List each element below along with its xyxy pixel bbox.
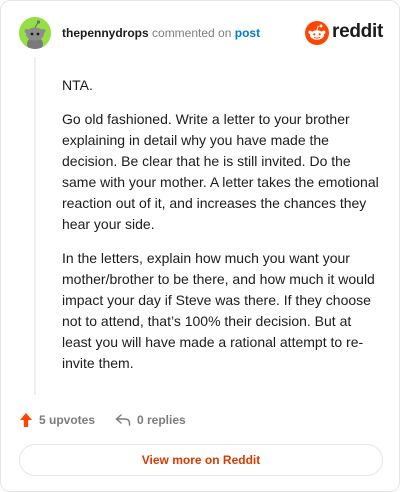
view-more-label: View more on Reddit (141, 453, 261, 467)
reddit-snoo-icon (305, 21, 329, 45)
user-avatar[interactable] (19, 17, 51, 49)
upvote-button[interactable]: 5 upvotes (19, 410, 95, 430)
commented-on-text: commented on (152, 26, 232, 40)
replies-button[interactable]: 0 replies (115, 410, 186, 430)
comment-paragraph: Go old fashioned. Write a letter to your… (62, 111, 379, 232)
post-link[interactable]: post (235, 26, 260, 40)
reddit-wordmark: reddit (332, 21, 383, 42)
snoo-avatar-icon (19, 17, 51, 49)
comment-meta: thepennydrops commented on post (62, 26, 260, 40)
comment-paragraph: In the letters, explain how much you wan… (62, 250, 375, 371)
comment-paragraph: NTA. (62, 77, 93, 93)
upvote-count: 5 upvotes (39, 413, 96, 427)
username-link[interactable]: thepennydrops (62, 26, 149, 40)
comment-body: NTA. Go old fashioned. Write a letter to… (62, 75, 382, 387)
reddit-logo[interactable]: reddit (305, 21, 383, 45)
comment-actions: 5 upvotes 0 replies (19, 410, 319, 430)
comment-header: thepennydrops commented on post reddit (19, 17, 383, 49)
reply-arrow-icon (115, 414, 131, 426)
view-more-button[interactable]: View more on Reddit (19, 444, 383, 476)
thread-line (34, 57, 36, 395)
upvote-arrow-icon (20, 413, 32, 427)
embedded-comment-card: thepennydrops commented on post reddit N… (0, 0, 400, 492)
reply-count: 0 replies (137, 413, 186, 427)
